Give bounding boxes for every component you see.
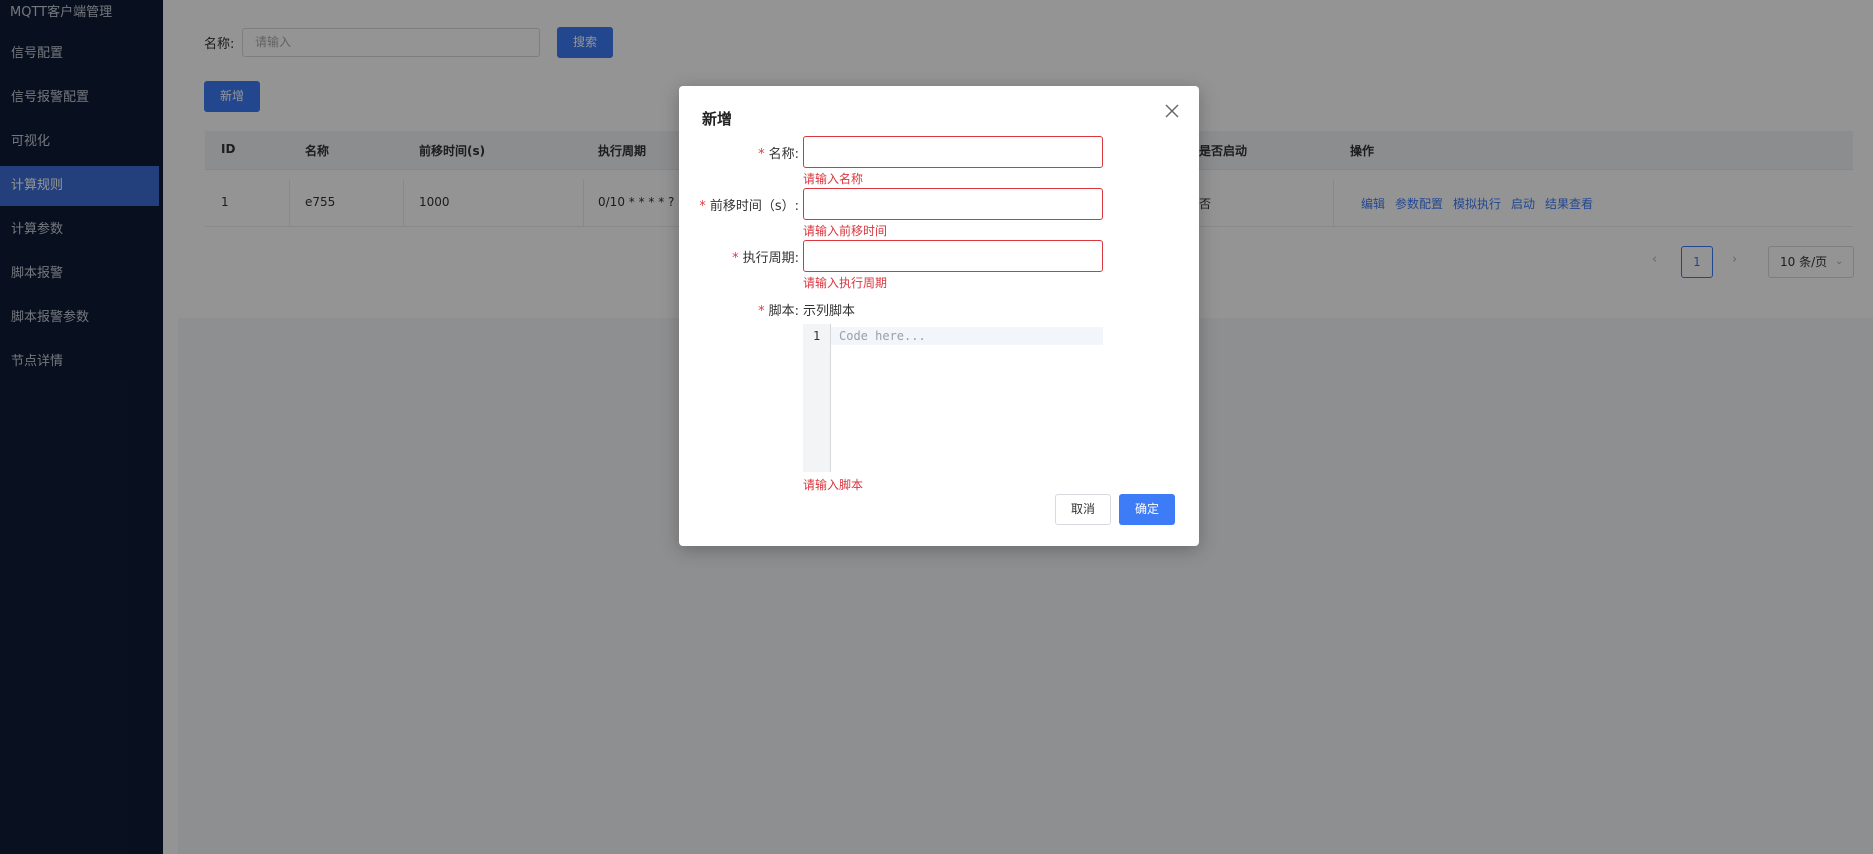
script-error: 请输入脚本 [803,478,864,492]
name-input[interactable] [803,136,1103,168]
sample-script-link[interactable]: 示列脚本 [803,300,855,319]
shift-time-input[interactable] [803,188,1103,220]
cycle-error: 请输入执行周期 [803,276,888,290]
shift-time-error: 请输入前移时间 [803,224,888,238]
name-error: 请输入名称 [803,172,864,186]
code-placeholder: Code here... [839,329,926,343]
line-number: 1 [813,329,821,343]
add-rule-dialog: 新增 * 名称: 请输入名称 * 前移时间（s）: 请输入前移时间 * 执行周期: 请… [679,86,1199,546]
cancel-button[interactable]: 取消 [1055,494,1111,525]
dialog-title: 新增 [702,110,733,128]
cycle-label: * 执行周期: [732,251,799,266]
code-gutter: 1 [803,324,831,472]
script-label: * 脚本: [758,304,799,319]
close-icon[interactable] [1163,102,1181,120]
shift-time-label: * 前移时间（s）: [699,199,799,214]
cycle-input[interactable] [803,240,1103,272]
ok-button[interactable]: 确定 [1119,494,1175,525]
code-editor[interactable]: 1 Code here... [803,324,1103,472]
name-label: * 名称: [758,147,799,162]
